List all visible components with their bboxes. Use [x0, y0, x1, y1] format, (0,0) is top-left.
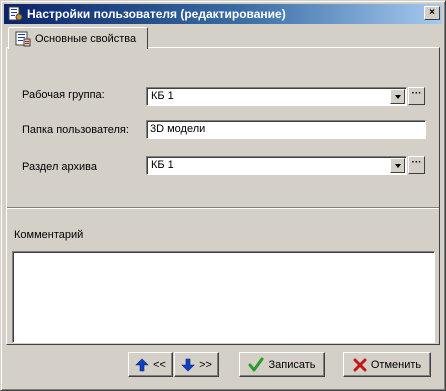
- save-label: Записать: [268, 358, 316, 371]
- user-folder-value: 3D модели: [150, 123, 206, 135]
- archive-section-dropdown-button[interactable]: [390, 158, 405, 173]
- user-folder-label: Папка пользователя:: [22, 124, 129, 136]
- title-bar[interactable]: Настройки пользователя (редактирование) …: [4, 4, 442, 24]
- next-label: >>: [199, 358, 212, 371]
- archive-section-value: КБ 1: [151, 159, 174, 171]
- checkmark-icon: [248, 357, 264, 371]
- workgroup-value: КБ 1: [151, 90, 174, 102]
- red-x-icon: [353, 358, 367, 371]
- divider: [7, 207, 439, 209]
- properties-icon: [15, 31, 31, 46]
- save-button[interactable]: Записать: [239, 352, 325, 377]
- tab-label: Основные свойства: [35, 32, 137, 45]
- archive-section-select[interactable]: КБ 1: [146, 156, 407, 175]
- comment-label: Комментарий: [14, 229, 84, 241]
- workgroup-label: Рабочая группа:: [22, 89, 105, 101]
- comment-textarea[interactable]: [12, 251, 435, 343]
- chevron-down-icon: [394, 94, 401, 99]
- workgroup-browse-button[interactable]: ···: [408, 87, 425, 105]
- close-button[interactable]: ×: [424, 6, 440, 20]
- workgroup-select[interactable]: КБ 1: [146, 87, 407, 106]
- user-folder-input[interactable]: 3D модели: [146, 120, 426, 139]
- archive-section-browse-button[interactable]: ···: [408, 156, 425, 174]
- previous-label: <<: [153, 358, 166, 371]
- arrow-down-icon: [181, 358, 195, 371]
- dialog-window: Настройки пользователя (редактирование) …: [0, 0, 446, 391]
- cancel-button[interactable]: Отменить: [343, 352, 431, 377]
- cancel-label: Отменить: [370, 358, 422, 371]
- tab-main-properties[interactable]: Основные свойства: [8, 27, 148, 49]
- user-settings-icon: [8, 6, 23, 21]
- archive-section-label: Раздел архива: [22, 161, 98, 173]
- previous-record-button[interactable]: <<: [128, 352, 173, 377]
- workgroup-dropdown-button[interactable]: [390, 89, 405, 104]
- window-title: Настройки пользователя (редактирование): [27, 7, 286, 21]
- arrow-up-icon: [135, 358, 149, 371]
- chevron-down-icon: [394, 163, 401, 168]
- next-record-button[interactable]: >>: [174, 352, 219, 377]
